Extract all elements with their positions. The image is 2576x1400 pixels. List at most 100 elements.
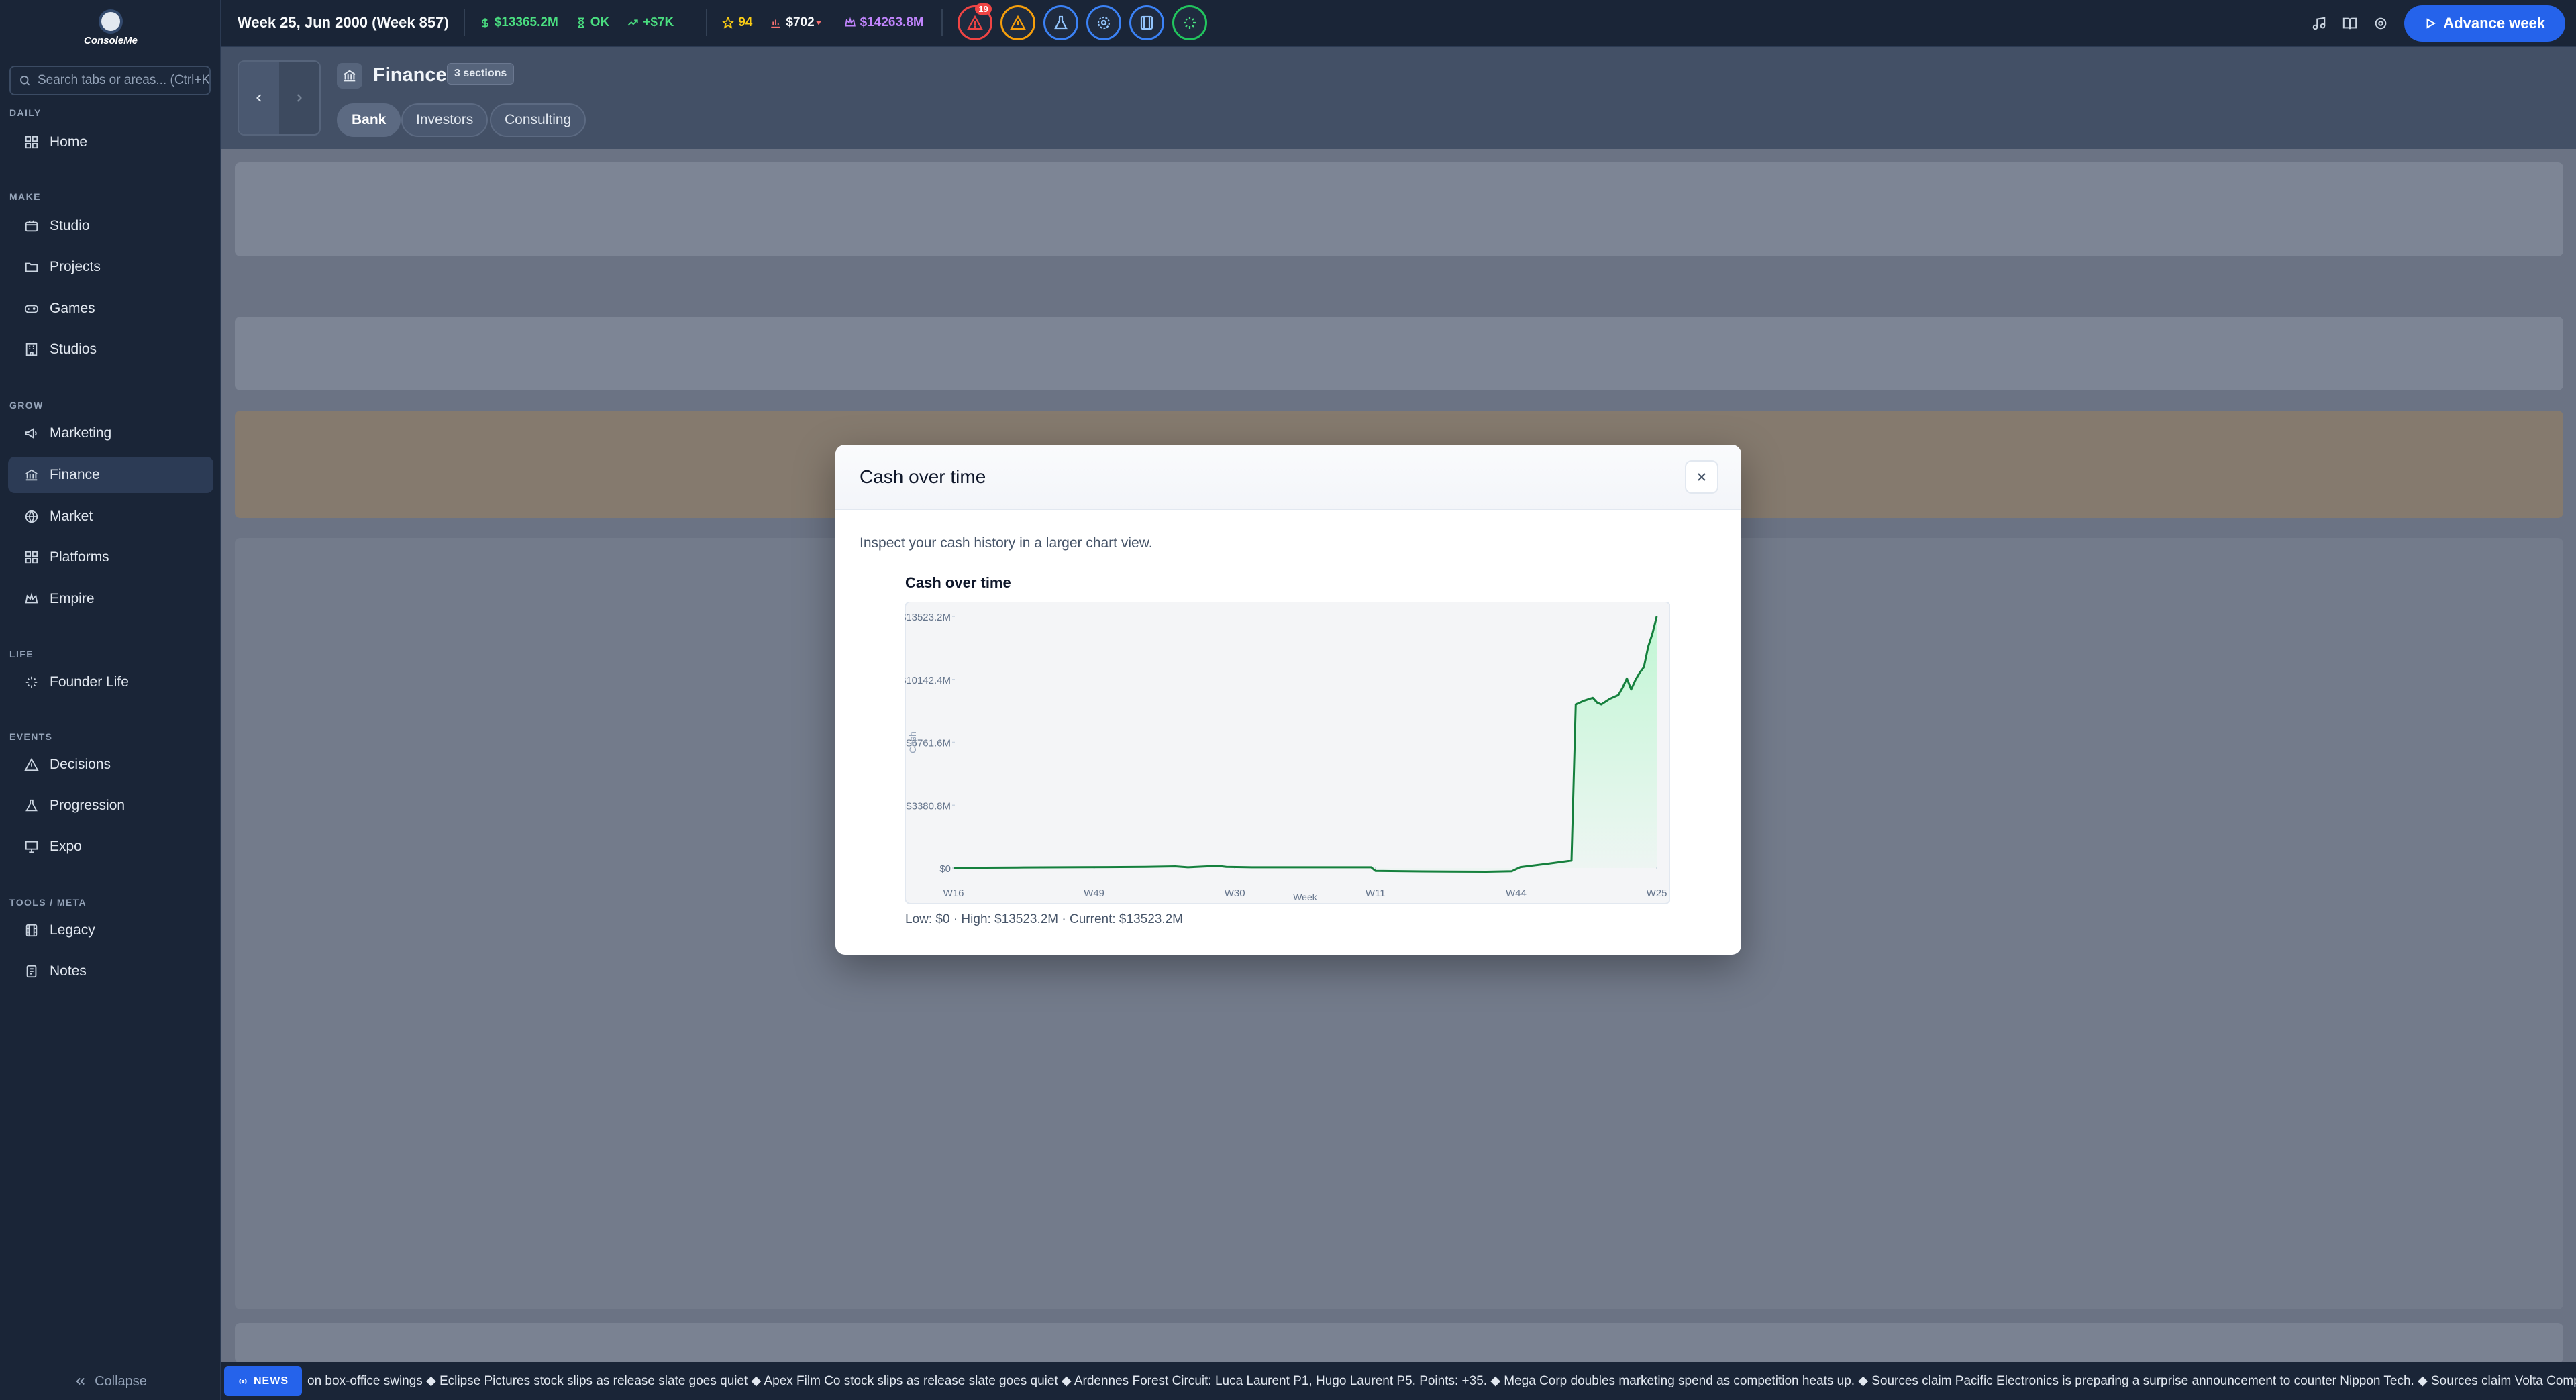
sidebar-item-market[interactable]: Market <box>8 498 213 535</box>
tab-consulting[interactable]: Consulting <box>490 103 586 137</box>
cash-chart[interactable]: $0 $3380.8M $6761.6M $10142.4M $13523.2M W16 W… <box>900 601 1671 904</box>
sidebar-search[interactable] <box>9 66 211 95</box>
x-tick-label: W44 <box>1506 887 1527 899</box>
close-icon <box>1698 473 1706 481</box>
crown-icon <box>25 592 38 604</box>
caret-down-icon <box>815 21 821 25</box>
grid-icon <box>25 551 38 564</box>
advance-week-button[interactable]: Advance week <box>2404 5 2565 42</box>
sidebar-item-platforms[interactable]: Platforms <box>8 539 213 576</box>
cash-chart-modal: Cash over time Inspect your cash history… <box>835 445 1741 955</box>
sidebar-section-label: MAKE <box>9 191 41 202</box>
film-icon <box>25 924 38 937</box>
research-button[interactable] <box>1043 5 1078 40</box>
news-badge[interactable]: NEWS <box>224 1366 302 1396</box>
sidebar-item-label: Market <box>50 508 93 524</box>
film-button[interactable] <box>1129 5 1164 40</box>
forward-button[interactable] <box>279 62 319 134</box>
sidebar-item-label: Projects <box>50 259 101 274</box>
page-header: Finance 3 sections Bank Investors Consulti… <box>221 47 2576 149</box>
price-stat[interactable]: $702 <box>770 15 826 30</box>
alerts-button[interactable]: 19 <box>957 3 992 40</box>
rating-stat[interactable]: 94 <box>722 15 752 30</box>
notes-icon <box>26 965 37 978</box>
sidebar-item-studios[interactable]: Studios <box>8 331 213 368</box>
sidebar-item-label: Studios <box>50 341 97 357</box>
sidebar-item-legacy[interactable]: Legacy <box>8 912 213 949</box>
sections-badge: 3 sections <box>447 63 515 85</box>
net-worth-stat[interactable]: $14263.8M <box>844 15 924 30</box>
collapse-sidebar-button[interactable]: Collapse <box>0 1364 221 1398</box>
logo-mark-icon <box>99 9 123 34</box>
tab-investors[interactable]: Investors <box>401 103 488 137</box>
close-button[interactable] <box>1685 460 1718 494</box>
x-tick-label: W11 <box>1366 887 1386 899</box>
sidebar-item-label: Finance <box>50 467 100 482</box>
income-stat[interactable]: +$7K <box>627 15 674 30</box>
gear-icon <box>2375 17 2387 30</box>
sidebar-item-games[interactable]: Games <box>8 290 213 327</box>
sidebar-item-notes[interactable]: Notes <box>8 953 213 989</box>
settings-button[interactable] <box>2365 5 2396 42</box>
blurred-card <box>235 162 2563 256</box>
app-logo[interactable]: ConsoleMe <box>74 9 148 48</box>
sidebar-item-expo[interactable]: Expo <box>8 828 213 865</box>
chevron-left-icon <box>256 94 262 102</box>
book-icon <box>2343 17 2357 30</box>
alerts-count-badge: 19 <box>975 3 992 15</box>
divider <box>941 9 943 36</box>
tab-bank[interactable]: Bank <box>337 103 401 137</box>
sidebar-item-progression[interactable]: Progression <box>8 788 213 824</box>
y-tick-label: $10142.4M <box>905 675 951 686</box>
dollar-icon <box>481 18 488 28</box>
sidebar-item-marketing[interactable]: Marketing <box>8 415 213 451</box>
warning-icon <box>1009 15 1026 30</box>
growth-button[interactable] <box>1172 5 1207 40</box>
studio-icon <box>25 220 38 232</box>
sidebar-item-founder-life[interactable]: Founder Life <box>8 664 213 700</box>
sidebar-item-label: Legacy <box>50 922 95 938</box>
sidebar-item-label: Founder Life <box>50 674 129 690</box>
y-axis-label: Cash <box>907 731 918 753</box>
sidebar-section-label: LIFE <box>9 649 34 659</box>
y-tick-label: $0 <box>939 863 951 875</box>
sidebar-section-label: DAILY <box>9 107 42 118</box>
sidebar-item-label: Studio <box>50 218 90 233</box>
sidebar-section-label: EVENTS <box>9 731 53 742</box>
sidebar-item-home[interactable]: Home <box>8 124 213 160</box>
play-icon <box>2426 18 2436 29</box>
guide-button[interactable] <box>2334 5 2365 42</box>
cash-stat[interactable]: $13365.2M <box>480 15 558 30</box>
music-button[interactable] <box>2304 5 2334 42</box>
sidebar-item-studio[interactable]: Studio <box>8 208 213 244</box>
sidebar-item-finance[interactable]: Finance <box>8 457 213 493</box>
topbar-actions: Advance week <box>2304 5 2565 42</box>
film-icon <box>1140 15 1153 30</box>
settings-cog-button[interactable] <box>1086 5 1121 40</box>
sidebar-item-label: Platforms <box>50 549 109 565</box>
chart-title: Cash over time <box>905 574 1011 591</box>
sidebar-item-label: Marketing <box>50 425 112 441</box>
gamepad-icon <box>24 305 39 313</box>
collapse-label: Collapse <box>95 1373 147 1389</box>
broadcast-icon <box>239 1378 247 1384</box>
sidebar-item-decisions[interactable]: Decisions <box>8 747 213 783</box>
back-button[interactable] <box>239 62 279 134</box>
globe-icon <box>25 510 38 523</box>
sidebar-item-projects[interactable]: Projects <box>8 249 213 285</box>
divider <box>463 9 465 36</box>
decisions-button[interactable] <box>1000 5 1035 40</box>
status-stat[interactable]: OK <box>576 15 609 30</box>
sidebar-item-label: Home <box>50 134 88 150</box>
history-nav <box>238 60 321 136</box>
sidebar-item-label: Decisions <box>50 757 111 772</box>
rating-value: 94 <box>738 15 753 30</box>
folder-icon <box>25 262 38 272</box>
cash-value: $13365.2M <box>494 15 558 30</box>
sidebar-item-empire[interactable]: Empire <box>8 581 213 617</box>
income-value: +$7K <box>643 15 674 30</box>
modal-title: Cash over time <box>860 466 986 487</box>
chart-background <box>905 601 1671 904</box>
search-input[interactable] <box>38 73 209 88</box>
building-icon <box>25 343 38 356</box>
